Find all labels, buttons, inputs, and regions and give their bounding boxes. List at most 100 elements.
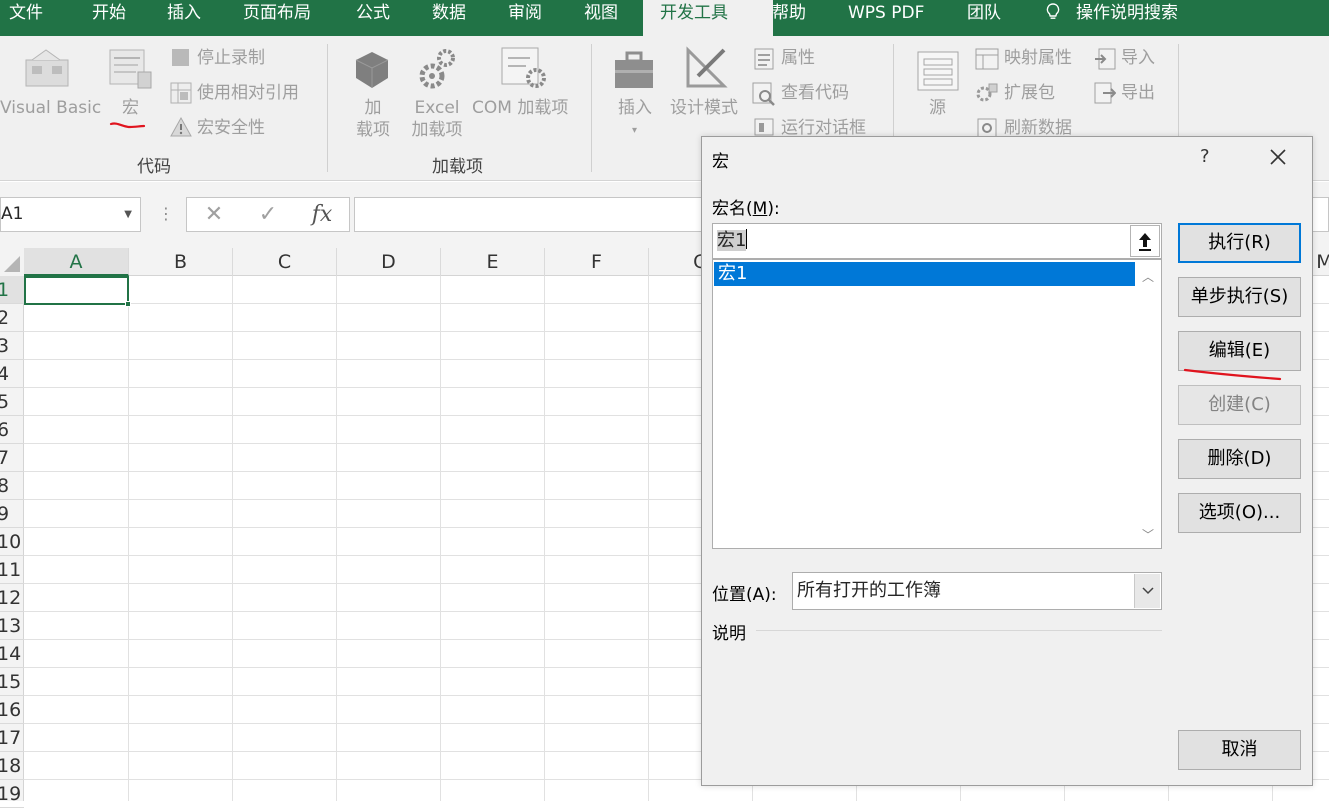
macro-name-accesskey: M bbox=[752, 199, 768, 219]
scroll-down-icon[interactable]: ﹀ bbox=[1142, 526, 1154, 543]
tab-data[interactable]: 数据 bbox=[432, 0, 466, 36]
row-header[interactable]: 17 bbox=[0, 724, 24, 752]
row-headers: 1 2 3 4 5 6 7 8 9 10 11 12 13 14 15 16 1… bbox=[0, 276, 24, 808]
tab-home[interactable]: 开始 bbox=[92, 0, 126, 36]
row-header[interactable]: 9 bbox=[0, 500, 24, 528]
expansion-packs-button[interactable]: 扩展包 bbox=[1004, 82, 1055, 104]
column-header[interactable]: E bbox=[441, 248, 545, 276]
name-box[interactable]: A1 ▼ bbox=[0, 197, 141, 232]
import-icon bbox=[1095, 48, 1116, 70]
row-header[interactable]: 16 bbox=[0, 696, 24, 724]
row-header[interactable]: 7 bbox=[0, 444, 24, 472]
list-item[interactable]: 宏1 bbox=[714, 262, 1135, 286]
design-mode-button[interactable]: 设计模式 bbox=[670, 97, 738, 119]
cancel-button[interactable]: 取消 bbox=[1178, 730, 1301, 770]
tab-team[interactable]: 团队 bbox=[967, 0, 1001, 36]
row-header[interactable]: 3 bbox=[0, 332, 24, 360]
confirm-entry-icon[interactable]: ✓ bbox=[248, 198, 288, 231]
macro-dialog: 宏 ? 宏名(M): 宏1 宏1 ︿ ﹀ 执行(R) 单步执行(S) 编辑(E)… bbox=[701, 136, 1313, 786]
row-header[interactable]: 8 bbox=[0, 472, 24, 500]
excel-addins-label-line1: Excel bbox=[414, 98, 460, 118]
import-button[interactable]: 导入 bbox=[1121, 47, 1155, 69]
xml-source-button[interactable]: 源 bbox=[929, 97, 946, 119]
map-properties-button[interactable]: 映射属性 bbox=[1004, 47, 1072, 69]
column-header[interactable]: B bbox=[129, 248, 233, 276]
run-button[interactable]: 执行(R) bbox=[1178, 223, 1301, 263]
fill-handle[interactable] bbox=[125, 301, 131, 307]
row-header[interactable]: 4 bbox=[0, 360, 24, 388]
row-header[interactable]: 12 bbox=[0, 584, 24, 612]
tab-wps-pdf[interactable]: WPS PDF bbox=[848, 0, 924, 36]
use-relative-refs-button[interactable]: 使用相对引用 bbox=[197, 82, 299, 104]
tab-page-layout[interactable]: 页面布局 bbox=[243, 0, 311, 36]
ribbon-separator bbox=[327, 44, 328, 172]
export-button[interactable]: 导出 bbox=[1121, 82, 1155, 104]
row-header[interactable]: 19 bbox=[0, 780, 24, 808]
addins-label-line1: 加 bbox=[364, 98, 382, 118]
com-addins-button[interactable]: COM 加载项 bbox=[472, 97, 568, 119]
close-icon[interactable] bbox=[1266, 145, 1290, 169]
row-header[interactable]: 14 bbox=[0, 640, 24, 668]
chevron-down-icon[interactable] bbox=[1134, 574, 1160, 608]
design-mode-icon bbox=[686, 46, 728, 88]
row-header[interactable]: 6 bbox=[0, 416, 24, 444]
tab-review[interactable]: 审阅 bbox=[508, 0, 542, 36]
properties-button[interactable]: 属性 bbox=[781, 47, 815, 69]
tab-file[interactable]: 文件 bbox=[9, 0, 43, 36]
list-scrollbar[interactable]: ︿ ﹀ bbox=[1135, 260, 1161, 548]
formula-buttons: ✕ ✓ fx bbox=[186, 197, 350, 232]
addins-button[interactable]: 加 载项 bbox=[355, 97, 391, 141]
chevron-down-icon[interactable]: ▼ bbox=[124, 198, 132, 231]
stop-recording-button[interactable]: 停止录制 bbox=[197, 47, 265, 69]
row-header[interactable]: 11 bbox=[0, 556, 24, 584]
excel-addins-button[interactable]: Excel 加载项 bbox=[405, 97, 469, 141]
options-button[interactable]: 选项(O)... bbox=[1178, 493, 1301, 533]
row-header[interactable]: 1 bbox=[0, 276, 24, 304]
insert-function-icon[interactable]: fx bbox=[302, 198, 342, 231]
tell-me-search[interactable]: 操作说明搜索 bbox=[1046, 0, 1178, 36]
create-button[interactable]: 创建(C) bbox=[1178, 385, 1301, 425]
view-code-button[interactable]: 查看代码 bbox=[781, 82, 849, 104]
tab-help[interactable]: 帮助 bbox=[772, 0, 806, 36]
cancel-entry-icon[interactable]: ✕ bbox=[194, 198, 234, 231]
column-header[interactable]: F bbox=[545, 248, 649, 276]
tab-view[interactable]: 视图 bbox=[584, 0, 618, 36]
active-cell[interactable] bbox=[24, 276, 131, 307]
select-all-corner[interactable] bbox=[0, 248, 24, 276]
ribbon-tab-bar: 文件 开始 插入 页面布局 公式 数据 审阅 视图 开发工具 帮助 WPS PD… bbox=[0, 0, 1329, 36]
row-header[interactable]: 15 bbox=[0, 668, 24, 696]
column-header[interactable]: A bbox=[24, 248, 129, 276]
excel-addins-gear-icon bbox=[419, 49, 455, 89]
location-select[interactable]: 所有打开的工作簿 bbox=[792, 572, 1162, 610]
scroll-up-icon[interactable]: ︿ bbox=[1142, 268, 1154, 285]
tab-developer[interactable]: 开发工具 bbox=[643, 0, 773, 36]
delete-button[interactable]: 删除(D) bbox=[1178, 439, 1301, 479]
row-header[interactable]: 18 bbox=[0, 752, 24, 780]
macro-name-input[interactable]: 宏1 bbox=[712, 223, 1162, 259]
browse-up-button[interactable] bbox=[1130, 225, 1160, 257]
macro-name-label-tail: ): bbox=[767, 199, 780, 219]
macros-button[interactable]: 宏 bbox=[122, 97, 139, 119]
edit-button[interactable]: 编辑(E) bbox=[1178, 331, 1301, 371]
column-header[interactable]: C bbox=[233, 248, 337, 276]
insert-control-toolbox-icon bbox=[615, 51, 653, 88]
insert-control-button[interactable]: 插入 bbox=[618, 97, 652, 119]
row-header[interactable]: 13 bbox=[0, 612, 24, 640]
macro-list[interactable]: 宏1 ︿ ﹀ bbox=[712, 259, 1162, 549]
step-into-button[interactable]: 单步执行(S) bbox=[1178, 277, 1301, 317]
view-code-icon bbox=[752, 82, 775, 106]
tab-formulas[interactable]: 公式 bbox=[356, 0, 390, 36]
visual-basic-button[interactable]: Visual Basic bbox=[0, 97, 101, 119]
row-header[interactable]: 10 bbox=[0, 528, 24, 556]
warning-icon bbox=[170, 117, 192, 137]
row-header[interactable]: 2 bbox=[0, 304, 24, 332]
column-header[interactable]: D bbox=[337, 248, 441, 276]
help-button[interactable]: ? bbox=[1200, 146, 1210, 167]
addins-icon bbox=[355, 52, 389, 88]
lightbulb-icon bbox=[1046, 3, 1060, 19]
row-header[interactable]: 5 bbox=[0, 388, 24, 416]
tab-insert[interactable]: 插入 bbox=[167, 0, 201, 36]
xml-source-icon bbox=[917, 51, 959, 91]
location-label: 位置(A): bbox=[712, 585, 777, 605]
macro-security-button[interactable]: 宏安全性 bbox=[197, 117, 265, 139]
